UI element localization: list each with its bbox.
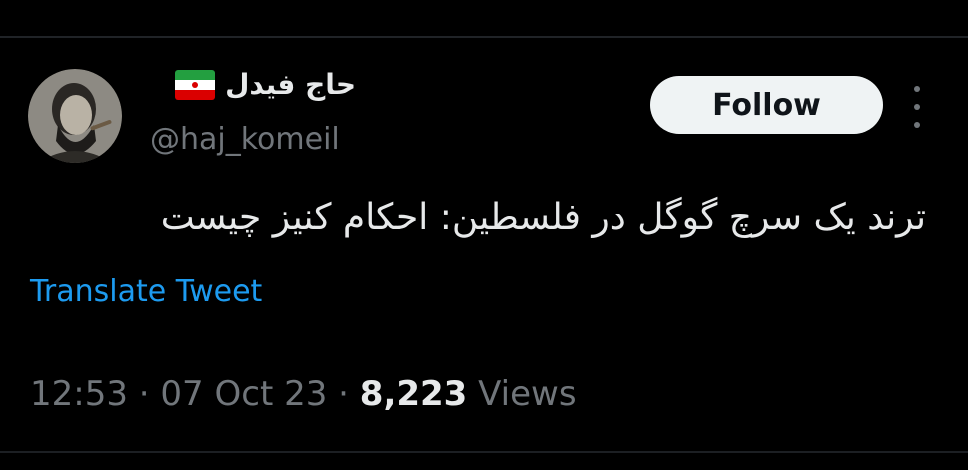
tweet-text: ترند یک سرچ گوگل در فلسطین: احکام کنیز چ… <box>160 197 926 238</box>
follow-button[interactable]: Follow <box>650 76 883 134</box>
more-vertical-icon[interactable] <box>905 86 929 128</box>
display-name-text[interactable]: حاج فیدل <box>225 68 356 101</box>
tweet-time[interactable]: 12:53 <box>30 374 128 414</box>
author-handle[interactable]: @haj_komeil <box>150 122 340 157</box>
tweet-date[interactable]: 07 Oct 23 <box>160 374 327 414</box>
meta-separator: · <box>127 374 161 414</box>
views-count: 8,223 <box>359 374 468 414</box>
avatar[interactable] <box>28 69 122 163</box>
bottom-divider <box>0 451 968 453</box>
iran-flag-icon <box>175 69 216 100</box>
meta-separator: · <box>327 374 360 414</box>
translate-tweet-link[interactable]: Translate Tweet <box>30 274 262 309</box>
author-display-name[interactable]: حاج فیدل <box>175 68 356 101</box>
views-label: Views <box>467 374 577 414</box>
profile-photo-avatar <box>28 69 122 163</box>
tweet-meta: 12:53 · 07 Oct 23 · 8,223 Views <box>30 374 577 414</box>
top-divider <box>0 36 968 38</box>
